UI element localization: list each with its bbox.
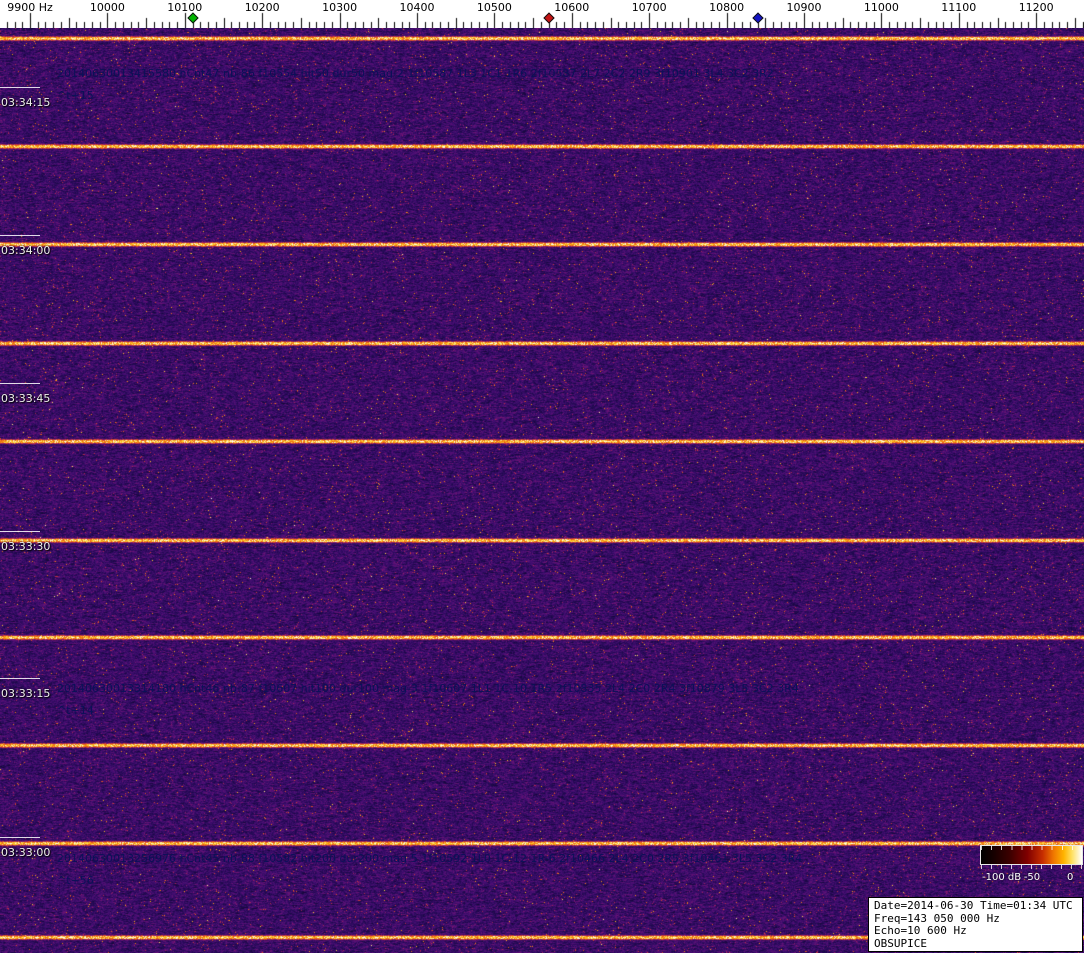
info-station: OBSUPICE [874,938,1077,951]
frequency-ruler-ticks [0,12,1084,28]
colorbar-label-min: -100 dB [982,872,1021,883]
colorbar-label-max: 0 [1067,872,1073,883]
colorbar-inner-ticks [981,846,1082,850]
status-info-box: Date=2014-06-30 Time=01:34 UTC Freq=143 … [868,897,1083,952]
info-date-time: Date=2014-06-30 Time=01:34 UTC [874,900,1077,913]
colorbar-labels: -100 dB -50 0 [980,872,1083,885]
meteor-spectrogram-app: 9900 Hz 10000 10100 10200 10300 10400 10500 106… [0,0,1084,953]
frequency-ruler: 9900 Hz 10000 10100 10200 10300 10400 10500 106… [0,0,1084,28]
colorbar-ticks [981,865,1082,869]
info-echo: Echo=10 600 Hz [874,925,1077,938]
colorbar-gradient [980,845,1083,865]
colorbar-label-mid: -50 [1024,872,1040,883]
spectrogram-canvas[interactable] [0,28,1084,953]
colorbar: -100 dB -50 0 [980,845,1083,885]
spectrogram-area: 03:34:15 03:34:00 03:33:45 03:33:30 03:33:15… [0,28,1084,953]
